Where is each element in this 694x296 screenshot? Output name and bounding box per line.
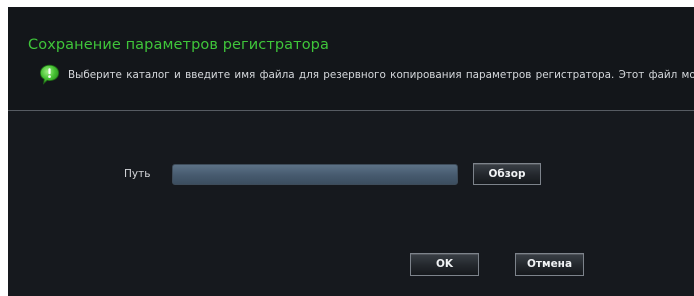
browse-button[interactable]: Обзор	[473, 163, 541, 185]
ok-button[interactable]: OK	[410, 253, 479, 276]
dialog-header: Сохранение параметров регистратора Выбер…	[8, 7, 694, 110]
dialog-title: Сохранение параметров регистратора	[28, 37, 329, 53]
cancel-button[interactable]: Отмена	[515, 253, 584, 276]
info-bubble-icon	[39, 64, 60, 85]
path-input[interactable]	[172, 164, 458, 185]
dialog-info-text: Выберите каталог и введите имя файла для…	[68, 69, 694, 81]
backup-settings-dialog: Сохранение параметров регистратора Выбер…	[8, 7, 694, 296]
path-label: Путь	[124, 168, 151, 180]
header-divider	[8, 110, 694, 111]
